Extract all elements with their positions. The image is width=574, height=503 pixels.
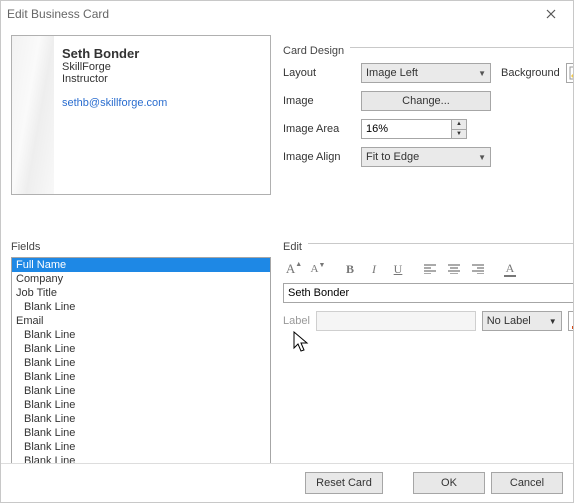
label-caption: Label xyxy=(283,315,310,327)
fields-listbox[interactable]: Full NameCompanyJob TitleBlank LineEmail… xyxy=(11,257,271,463)
italic-button[interactable]: I xyxy=(363,259,385,279)
card-preview: Seth Bonder SkillForge Instructor sethb@… xyxy=(11,35,271,195)
ok-button[interactable]: OK xyxy=(413,472,485,494)
preview-email: sethb@skillforge.com xyxy=(62,97,167,109)
chevron-down-icon: ▼ xyxy=(549,317,557,326)
fields-legend: Fields xyxy=(11,241,271,253)
align-right-button[interactable] xyxy=(467,259,489,279)
edit-legend: Edit xyxy=(283,241,308,253)
background-color-button[interactable] xyxy=(566,63,573,83)
reset-card-button[interactable]: Reset Card xyxy=(305,472,383,494)
list-item[interactable]: Blank Line xyxy=(12,342,270,356)
align-center-button[interactable] xyxy=(443,259,465,279)
close-button[interactable] xyxy=(535,3,567,25)
list-item[interactable]: Blank Line xyxy=(12,328,270,342)
list-item[interactable]: Blank Line xyxy=(12,300,270,314)
list-item[interactable]: Company xyxy=(12,272,270,286)
stepper-down-icon[interactable]: ▼ xyxy=(452,130,466,139)
list-item[interactable]: Blank Line xyxy=(12,370,270,384)
dialog-window: Edit Business Card Seth Bonder SkillForg… xyxy=(0,0,574,503)
list-item[interactable]: Blank Line xyxy=(12,440,270,454)
decrease-font-button[interactable]: A▼ xyxy=(307,259,329,279)
card-preview-image xyxy=(12,36,54,194)
card-design-legend: Card Design xyxy=(283,45,350,57)
chevron-down-icon: ▼ xyxy=(478,69,486,78)
preview-name: Seth Bonder xyxy=(62,46,167,61)
list-item[interactable]: Blank Line xyxy=(12,384,270,398)
list-item[interactable]: Blank Line xyxy=(12,398,270,412)
card-design-group: Card Design Layout Image Left ▼ Backgrou… xyxy=(283,39,573,195)
label-font-color-button[interactable]: A xyxy=(568,311,573,331)
image-area-input[interactable] xyxy=(361,119,451,139)
image-align-combo[interactable]: Fit to Edge ▼ xyxy=(361,147,491,167)
list-item[interactable]: Job Title xyxy=(12,286,270,300)
align-left-button[interactable] xyxy=(419,259,441,279)
fields-group: Fields Full NameCompanyJob TitleBlank Li… xyxy=(11,235,271,463)
dialog-footer: Reset Card OK Cancel xyxy=(1,463,573,502)
label-input xyxy=(316,311,476,331)
image-align-label: Image Align xyxy=(283,151,355,163)
stepper-up-icon[interactable]: ▲ xyxy=(452,120,466,130)
chevron-down-icon: ▼ xyxy=(478,153,486,162)
increase-font-button[interactable]: A▲ xyxy=(283,259,305,279)
list-item[interactable]: Blank Line xyxy=(12,454,270,463)
preview-company: SkillForge xyxy=(62,61,167,73)
list-item[interactable]: Email xyxy=(12,314,270,328)
titlebar: Edit Business Card xyxy=(1,1,573,27)
background-label: Background xyxy=(497,67,560,79)
label-position-combo[interactable]: No Label ▼ xyxy=(482,311,562,331)
list-item[interactable]: Blank Line xyxy=(12,426,270,440)
card-preview-text: Seth Bonder SkillForge Instructor sethb@… xyxy=(54,36,175,194)
change-image-button[interactable]: Change... xyxy=(361,91,491,111)
image-area-stepper[interactable]: ▲ ▼ xyxy=(361,119,491,139)
edit-value-input[interactable] xyxy=(283,283,573,303)
font-color-button[interactable]: A xyxy=(499,259,521,279)
cursor-icon xyxy=(293,331,311,355)
bold-button[interactable]: B xyxy=(339,259,361,279)
edit-group: Edit A▲ A▼ B I U A xyxy=(283,235,573,463)
underline-button[interactable]: U xyxy=(387,259,409,279)
list-item[interactable]: Blank Line xyxy=(12,356,270,370)
layout-label: Layout xyxy=(283,67,355,79)
image-area-label: Image Area xyxy=(283,123,355,135)
window-title: Edit Business Card xyxy=(7,7,535,21)
list-item[interactable]: Blank Line xyxy=(12,412,270,426)
layout-combo[interactable]: Image Left ▼ xyxy=(361,63,491,83)
image-label: Image xyxy=(283,95,355,107)
format-toolbar: A▲ A▼ B I U A xyxy=(283,257,573,283)
list-item[interactable]: Full Name xyxy=(12,258,270,272)
preview-jobtitle: Instructor xyxy=(62,73,167,85)
cancel-button[interactable]: Cancel xyxy=(491,472,563,494)
